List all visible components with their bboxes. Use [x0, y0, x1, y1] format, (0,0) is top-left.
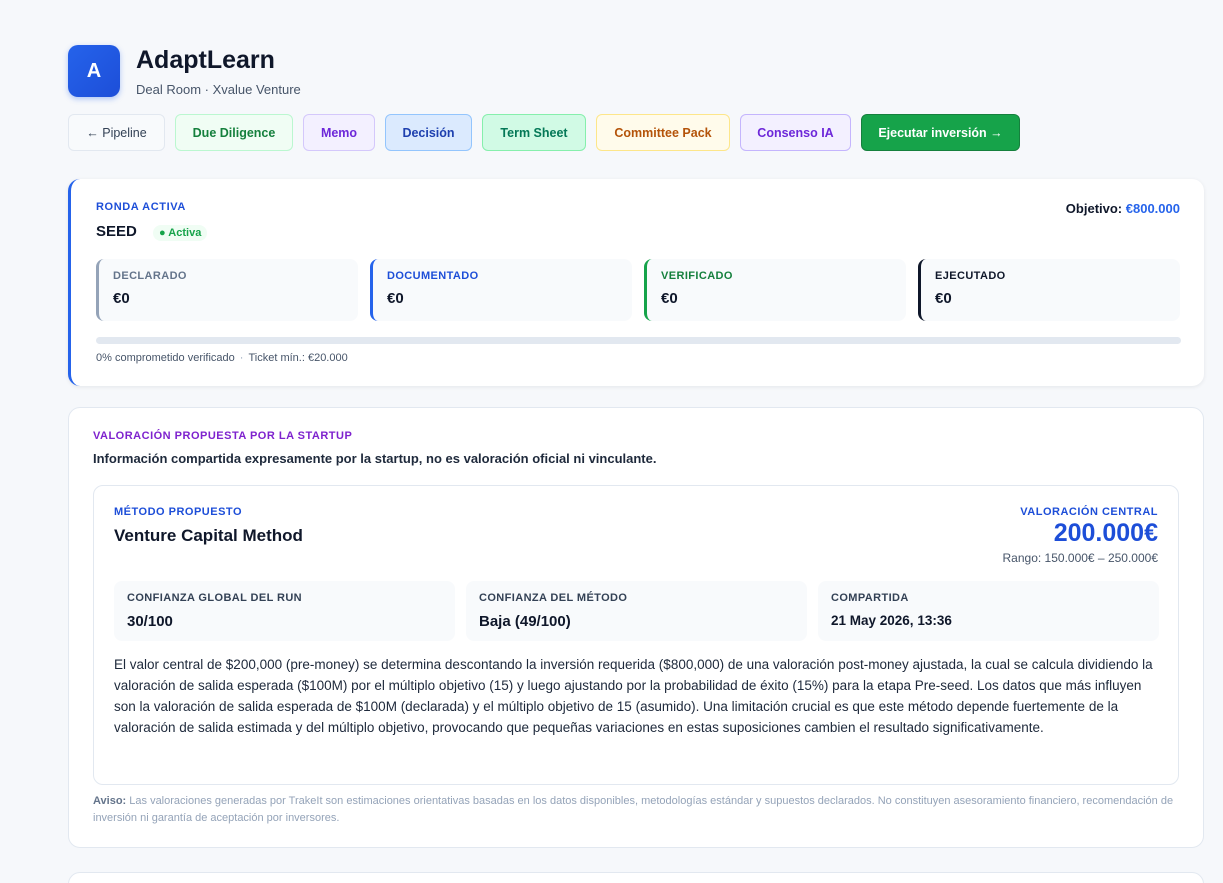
- next-section-card: [68, 872, 1204, 883]
- round-footer: 0% comprometido verificado · Ticket mín.: …: [96, 352, 348, 364]
- method-label: MÉTODO PROPUESTO: [114, 506, 243, 518]
- stat-value: €0: [661, 290, 678, 307]
- due-diligence-button[interactable]: Due Diligence: [175, 114, 293, 151]
- round-stats: DECLARADO €0 DOCUMENTADO €0 VERIFICADO €…: [96, 259, 1181, 321]
- central-valuation-label: VALORACIÓN CENTRAL: [1020, 506, 1158, 518]
- stat-value: €0: [113, 290, 130, 307]
- metric-value: Baja (49/100): [479, 613, 571, 630]
- stat-verified: VERIFICADO €0: [644, 259, 906, 321]
- disclaimer-label: Aviso:: [93, 795, 127, 807]
- metric-value: 30/100: [127, 613, 173, 630]
- metric-value: 21 May 2026, 13:36: [831, 613, 952, 628]
- pipeline-button[interactable]: ← Pipeline: [68, 114, 165, 151]
- metric-label: CONFIANZA DEL MÉTODO: [479, 592, 628, 604]
- stat-label: VERIFICADO: [661, 270, 733, 282]
- title-block: AdaptLearn Deal Room · Xvalue Venture: [136, 46, 301, 97]
- status-badge: ● Activa: [153, 225, 208, 241]
- metric-global-confidence: CONFIANZA GLOBAL DEL RUN 30/100: [114, 581, 455, 641]
- stat-value: €0: [935, 290, 952, 307]
- memo-button[interactable]: Memo: [303, 114, 375, 151]
- stat-declared: DECLARADO €0: [96, 259, 358, 321]
- active-round-card: RONDA ACTIVA SEED ● Activa Objetivo: €80…: [68, 179, 1204, 386]
- metric-label: COMPARTIDA: [831, 592, 909, 604]
- disclaimer: Aviso: Las valoraciones generadas por Tr…: [93, 793, 1178, 827]
- commitment-progress-bar: [96, 337, 1181, 344]
- stat-executed: EJECUTADO €0: [918, 259, 1180, 321]
- round-objective: Objetivo: €800.000: [1066, 201, 1180, 216]
- stat-label: DECLARADO: [113, 270, 187, 282]
- method-name: Venture Capital Method: [114, 526, 303, 545]
- stat-value: €0: [387, 290, 404, 307]
- page-subtitle: Deal Room · Xvalue Venture: [136, 81, 301, 97]
- metric-shared-date: COMPARTIDA 21 May 2026, 13:36: [818, 581, 1159, 641]
- ticket-min: Ticket mín.: €20.000: [248, 352, 348, 364]
- stat-label: EJECUTADO: [935, 270, 1006, 282]
- round-section-label: RONDA ACTIVA: [96, 201, 186, 213]
- app-logo: A: [68, 45, 120, 97]
- stat-label: DOCUMENTADO: [387, 270, 479, 282]
- method-description: El valor central de $200,000 (pre-money)…: [114, 657, 1153, 735]
- valuation-card: VALORACIÓN PROPUESTA POR LA STARTUP Info…: [68, 407, 1204, 848]
- stat-documented: DOCUMENTADO €0: [370, 259, 632, 321]
- valuation-range: Rango: 150.000€ – 250.000€: [1002, 551, 1158, 565]
- method-panel: MÉTODO PROPUESTO Venture Capital Method …: [93, 485, 1179, 785]
- disclaimer-text: Las valoraciones generadas por TrakeIt s…: [93, 795, 1174, 824]
- metric-label: CONFIANZA GLOBAL DEL RUN: [127, 592, 303, 604]
- consenso-ia-button[interactable]: Consenso IA: [740, 114, 851, 151]
- confidence-metrics: CONFIANZA GLOBAL DEL RUN 30/100 CONFIANZ…: [114, 581, 1159, 641]
- deal-nav: ← Pipeline Due Diligence Memo Decisión T…: [68, 114, 1204, 151]
- page-header: A AdaptLearn Deal Room · Xvalue Venture: [68, 44, 1204, 98]
- valuation-subtitle: Información compartida expresamente por …: [93, 451, 657, 466]
- round-name: SEED: [96, 223, 137, 240]
- decision-button[interactable]: Decisión: [385, 114, 472, 151]
- objective-label: Objetivo:: [1065, 201, 1123, 216]
- page-title: AdaptLearn: [136, 45, 275, 74]
- deal-room-page: A AdaptLearn Deal Room · Xvalue Venture …: [68, 44, 1204, 883]
- central-valuation-value: 200.000€: [1053, 519, 1158, 547]
- objective-value: €800.000: [1125, 201, 1180, 216]
- valuation-section-label: VALORACIÓN PROPUESTA POR LA STARTUP: [93, 430, 353, 442]
- metric-method-confidence: CONFIANZA DEL MÉTODO Baja (49/100): [466, 581, 807, 641]
- verified-text: 0% comprometido verificado: [96, 352, 235, 364]
- committee-pack-button[interactable]: Committee Pack: [596, 114, 730, 151]
- execute-investment-button[interactable]: Ejecutar inversión →: [861, 114, 1020, 151]
- term-sheet-button[interactable]: Term Sheet: [482, 114, 586, 151]
- separator: ·: [239, 352, 244, 364]
